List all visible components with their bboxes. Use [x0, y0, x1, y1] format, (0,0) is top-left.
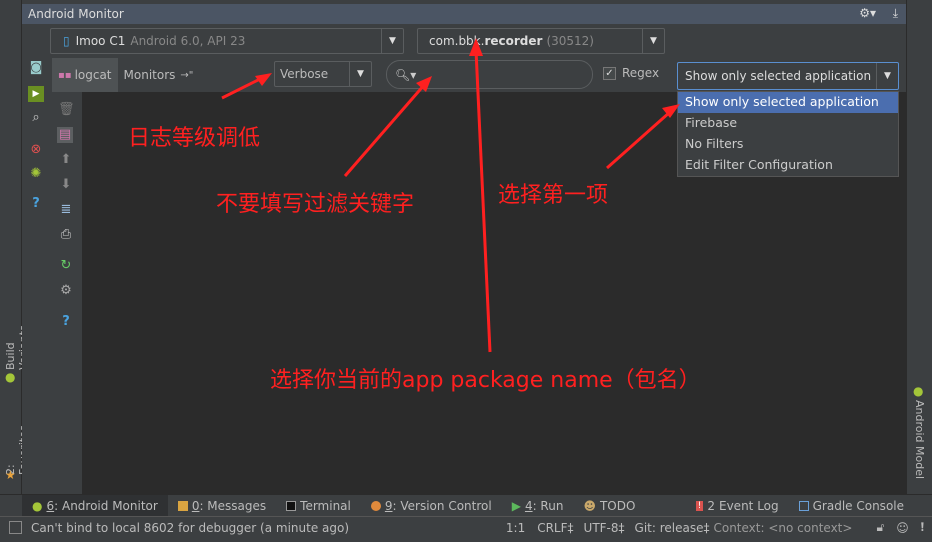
- tab-terminal[interactable]: Terminal: [276, 495, 361, 517]
- inspector-icon[interactable]: ☺: [896, 521, 909, 535]
- event-log-icon: !: [695, 500, 704, 511]
- terminal-icon: [286, 500, 297, 511]
- annotation-arrows: [221, 38, 680, 353]
- version-control-icon: [370, 500, 381, 511]
- arrow-to-package: [474, 49, 492, 353]
- context[interactable]: Context: <no context>: [713, 521, 852, 535]
- tab-label: : Run: [532, 498, 564, 513]
- tool-window-bar: ● 6: Android Monitor 0: Messages Terminal…: [0, 494, 932, 517]
- notification-icon[interactable]: ❗︎: [921, 520, 924, 535]
- status-message: Can't bind to local 8602 for debugger (a…: [31, 520, 350, 535]
- tab-label: Gradle Console: [812, 498, 904, 513]
- tab-label: TODO: [599, 498, 636, 513]
- arrow-to-search: [343, 83, 427, 177]
- cursor-position[interactable]: 1:1: [506, 521, 525, 535]
- android-icon: ●: [32, 498, 43, 513]
- tab-label: Event Log: [719, 498, 779, 513]
- tab-label: : Android Monitor: [54, 498, 158, 513]
- tab-key: 9: [384, 498, 393, 513]
- tab-key: 6: [46, 498, 55, 513]
- tab-label: Terminal: [300, 498, 351, 513]
- tab-label: : Version Control: [392, 498, 492, 513]
- tab-key: 4: [524, 498, 533, 513]
- tab-android-monitor[interactable]: ● 6: Android Monitor: [22, 494, 168, 517]
- event-count: 2: [707, 498, 715, 513]
- lock-icon[interactable]: 🔓︎: [876, 520, 884, 535]
- tab-messages[interactable]: 0: Messages: [168, 495, 276, 517]
- annotation-select-first: 选择第一项: [498, 183, 609, 208]
- encoding[interactable]: UTF-8‡: [584, 521, 625, 535]
- gradle-console-icon: [798, 500, 809, 511]
- tab-event-log[interactable]: ! 2 Event Log: [686, 495, 789, 517]
- git-branch[interactable]: Git: release‡: [635, 521, 710, 535]
- tab-run[interactable]: ▶ 4: Run: [502, 495, 574, 517]
- toggle-tool-windows-icon[interactable]: [9, 521, 22, 534]
- tab-todo[interactable]: ☻ TODO: [573, 495, 645, 517]
- run-icon: ▶: [511, 498, 521, 513]
- todo-icon: ☻: [583, 498, 596, 513]
- status-bar: Can't bind to local 8602 for debugger (a…: [0, 516, 932, 538]
- arrow-to-filter: [606, 110, 671, 170]
- tab-version-control[interactable]: 9: Version Control: [361, 495, 502, 517]
- line-separator[interactable]: CRLF‡: [537, 521, 573, 535]
- annotation-no-keyword: 不要填写过滤关键字: [216, 192, 415, 217]
- annotation-log-level: 日志等级调低: [128, 126, 261, 151]
- tab-gradle-console[interactable]: Gradle Console: [789, 495, 914, 517]
- messages-icon: [177, 500, 188, 511]
- annotation-select-package: 选择你当前的app package name（包名）: [270, 368, 701, 393]
- arrow-to-log-level: [221, 76, 263, 100]
- tab-label: : Messages: [199, 498, 267, 513]
